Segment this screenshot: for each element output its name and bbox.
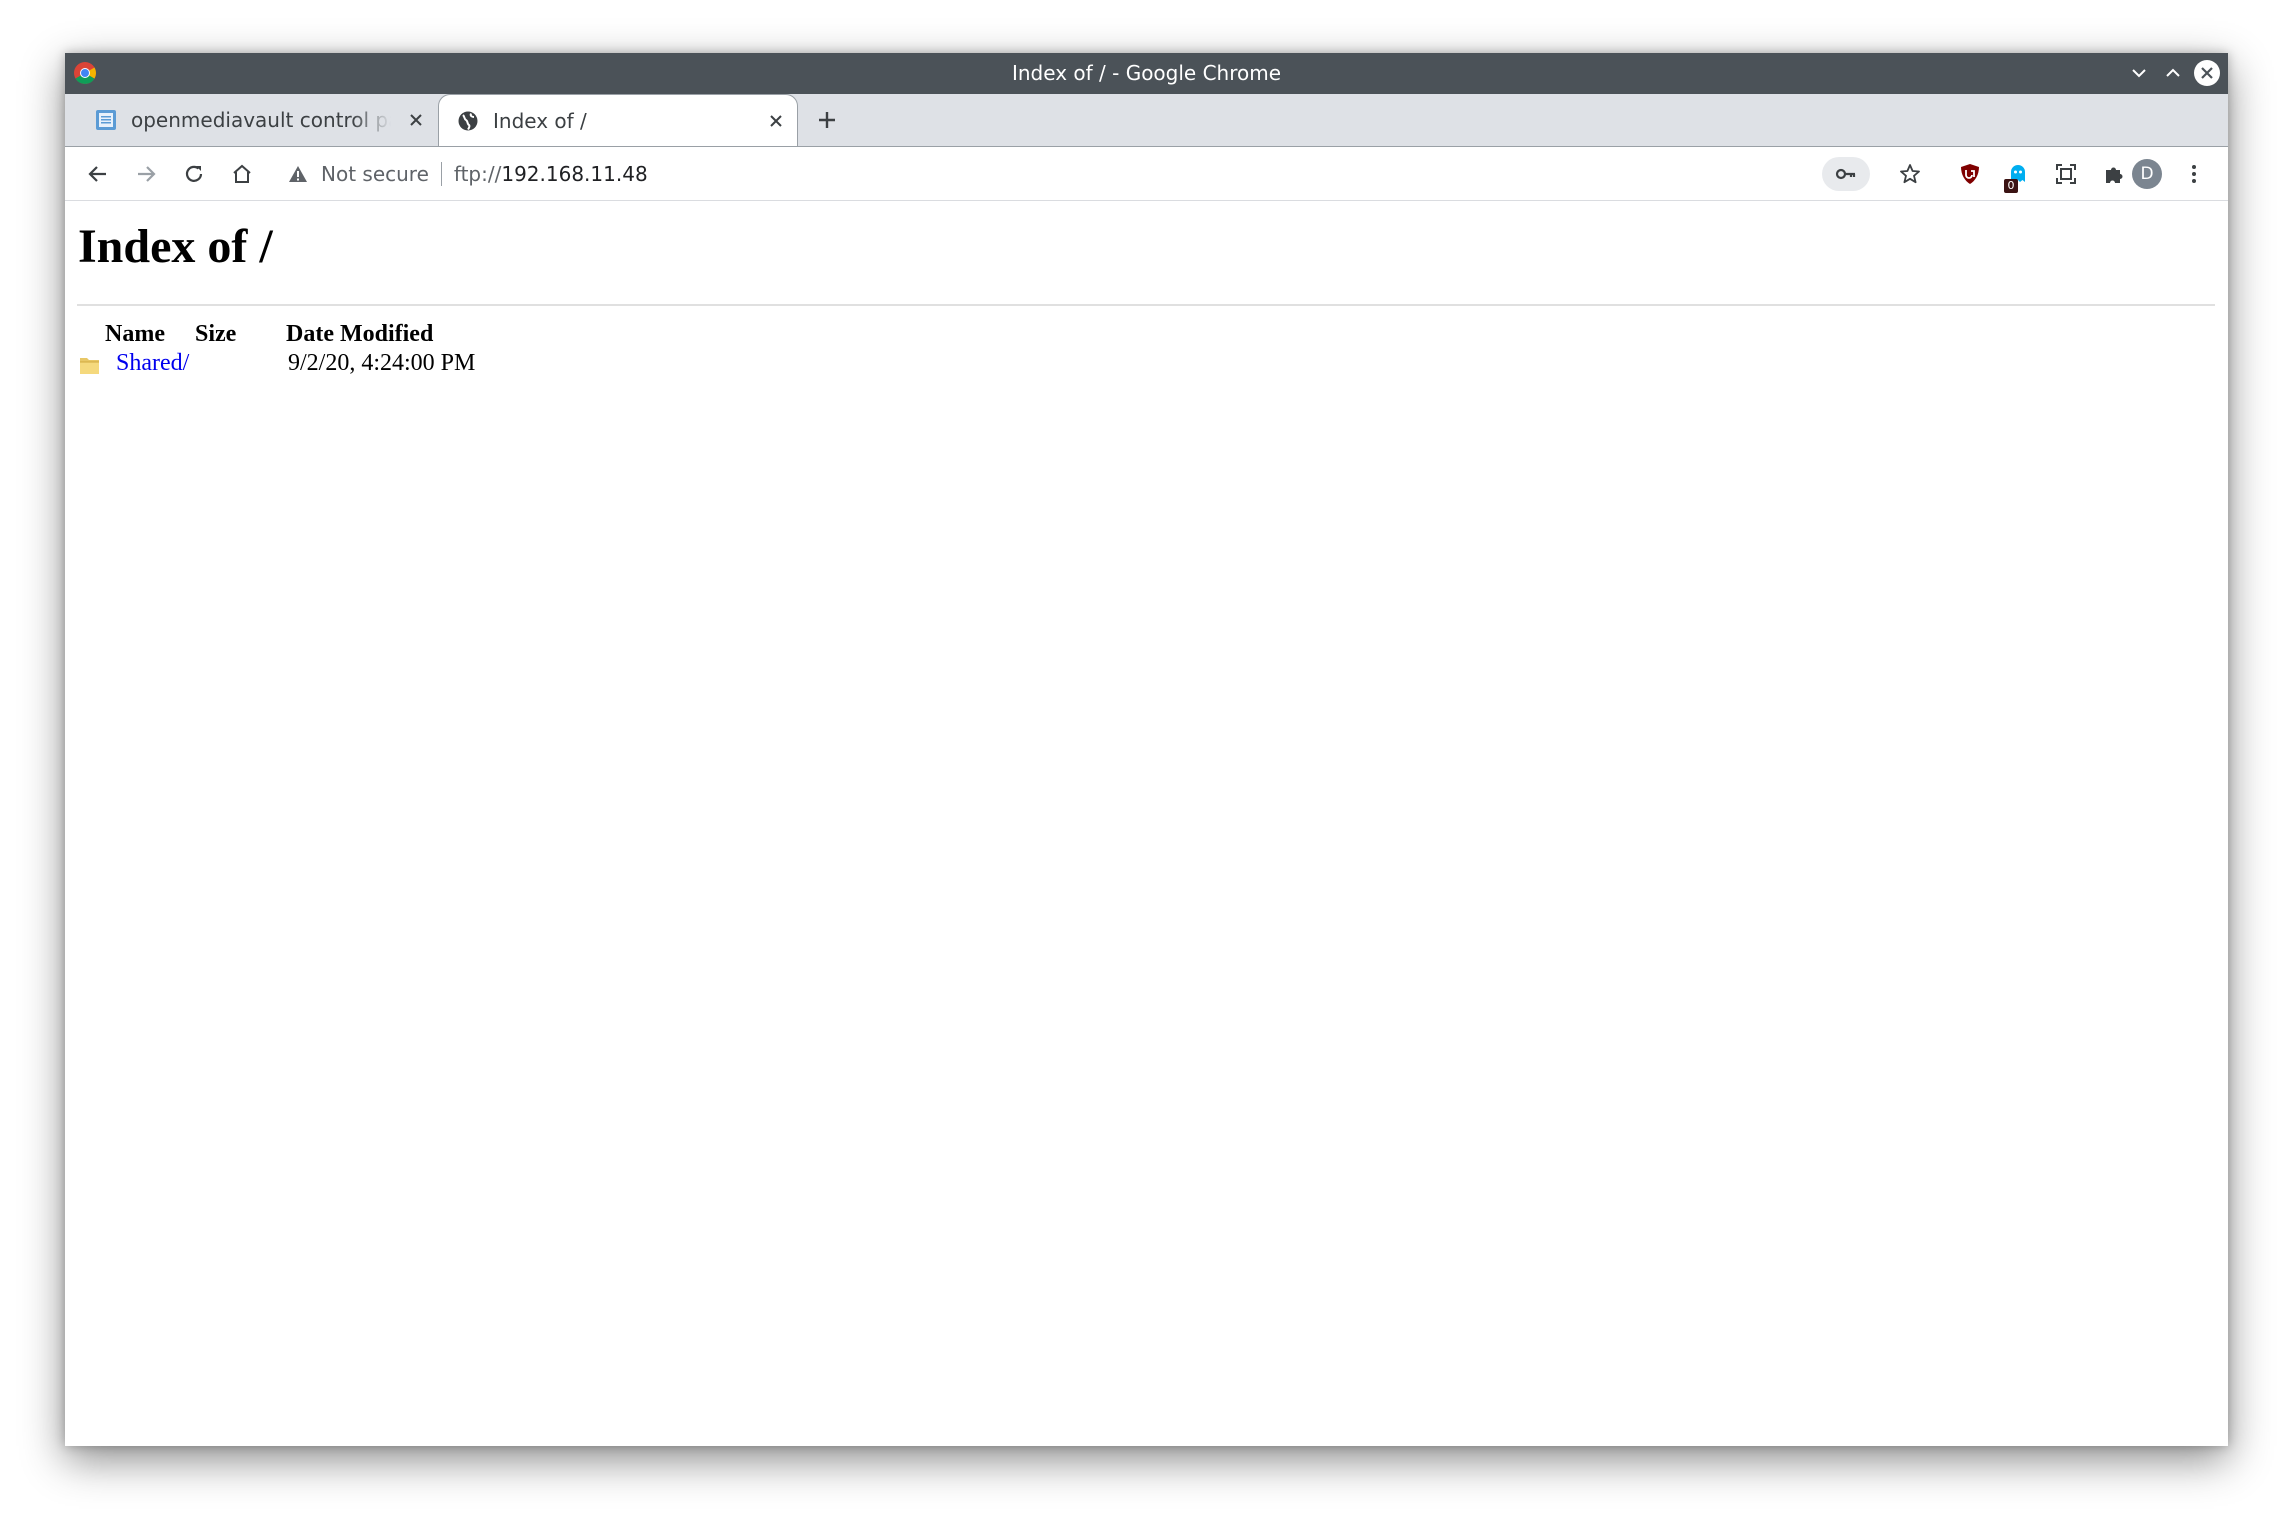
chevron-down-icon [2132, 69, 2146, 78]
document-icon [96, 110, 116, 130]
minimize-button[interactable] [2125, 59, 2153, 87]
tab-label: openmediavault control panel [131, 108, 391, 132]
tab-close-button[interactable] [405, 109, 427, 131]
page-content: Index of / Name Size Date Modified Share… [65, 201, 2228, 1446]
close-icon [770, 115, 782, 127]
entry-date-modified: 9/2/20, 4:24:00 PM [288, 350, 476, 376]
tab-strip: openmediavault control panel Index of / [65, 94, 2228, 146]
column-header-size[interactable]: Size [195, 321, 236, 348]
browser-toolbar: Not secure ftp:// 192.168.11.48 0 D [65, 146, 2228, 201]
profile-avatar[interactable]: D [2132, 159, 2162, 189]
home-button[interactable] [226, 158, 258, 190]
url-scheme: ftp:// [453, 162, 502, 186]
window-title: Index of / - Google Chrome [1011, 61, 1282, 85]
plus-icon [819, 112, 835, 128]
extension-badge: 0 [2004, 179, 2018, 193]
page-title: Index of / [78, 220, 273, 273]
reload-button[interactable] [178, 158, 210, 190]
browser-window: Index of / - Google Chrome openmediavaul… [65, 53, 2228, 1446]
reload-icon [185, 165, 203, 182]
ublock-shield-icon [1961, 164, 1979, 184]
menu-button[interactable] [2178, 158, 2210, 190]
home-icon [233, 164, 251, 183]
warning-icon [289, 166, 307, 182]
key-icon [1835, 168, 1856, 180]
maximize-button[interactable] [2159, 59, 2187, 87]
folder-icon [80, 358, 99, 374]
security-status[interactable]: Not secure [321, 162, 429, 186]
kebab-menu-icon [2192, 165, 2196, 183]
url-host: 192.168.11.48 [501, 162, 648, 186]
chevron-up-icon [2166, 68, 2180, 77]
globe-icon [458, 111, 478, 130]
screen-capture-icon [2056, 164, 2076, 184]
bookmark-button[interactable] [1894, 158, 1926, 190]
puzzle-icon [2106, 167, 2123, 183]
heading-divider [77, 304, 2215, 306]
back-button[interactable] [82, 158, 114, 190]
tab-index[interactable]: Index of / [438, 94, 798, 146]
arrow-right-icon [138, 166, 156, 182]
screenshot-extension-button[interactable] [2050, 158, 2082, 190]
close-icon [2201, 67, 2213, 79]
tab-label: Index of / [493, 108, 587, 133]
ublock-extension-button[interactable] [1954, 158, 1986, 190]
omnibox-divider [440, 162, 442, 186]
title-bar: Index of / - Google Chrome [65, 53, 2228, 94]
password-key-button[interactable] [1822, 157, 1870, 191]
forward-button[interactable] [130, 158, 162, 190]
star-icon [1900, 164, 1920, 184]
address-bar[interactable]: Not secure ftp:// 192.168.11.48 [287, 154, 1937, 194]
new-tab-button[interactable] [813, 106, 841, 134]
tab-openmediavault[interactable]: openmediavault control panel [77, 94, 437, 146]
column-header-name[interactable]: Name [105, 321, 165, 348]
extensions-button[interactable] [2098, 158, 2130, 190]
arrow-left-icon [88, 166, 106, 182]
column-header-date[interactable]: Date Modified [286, 321, 433, 348]
directory-link-shared[interactable]: Shared/ [116, 350, 189, 377]
close-icon [410, 114, 422, 126]
tab-close-button[interactable] [765, 110, 787, 132]
close-window-button[interactable] [2193, 59, 2221, 87]
